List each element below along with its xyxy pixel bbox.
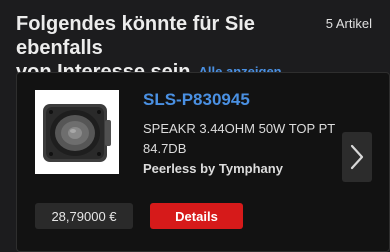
product-price: 28,79000 €	[35, 203, 133, 229]
item-count: 5 Artikel	[325, 16, 372, 31]
product-brand: Peerless by Tymphany	[143, 161, 283, 176]
details-button[interactable]: Details	[150, 203, 243, 229]
next-item-button[interactable]	[342, 132, 372, 182]
chevron-right-icon	[350, 144, 364, 170]
product-sku-link[interactable]: SLS-P830945	[143, 90, 250, 110]
product-description: SPEAKR 3.44OHM 50W TOP PT 84.7DB	[143, 121, 335, 156]
product-image[interactable]	[35, 90, 119, 174]
section-title-line-1: Folgendes könnte für Sie ebenfalls	[16, 13, 255, 59]
product-card: SLS-P830945 SPEAKR 3.44OHM 50W TOP PT 84…	[16, 72, 390, 252]
speaker-driver-icon	[35, 90, 119, 174]
